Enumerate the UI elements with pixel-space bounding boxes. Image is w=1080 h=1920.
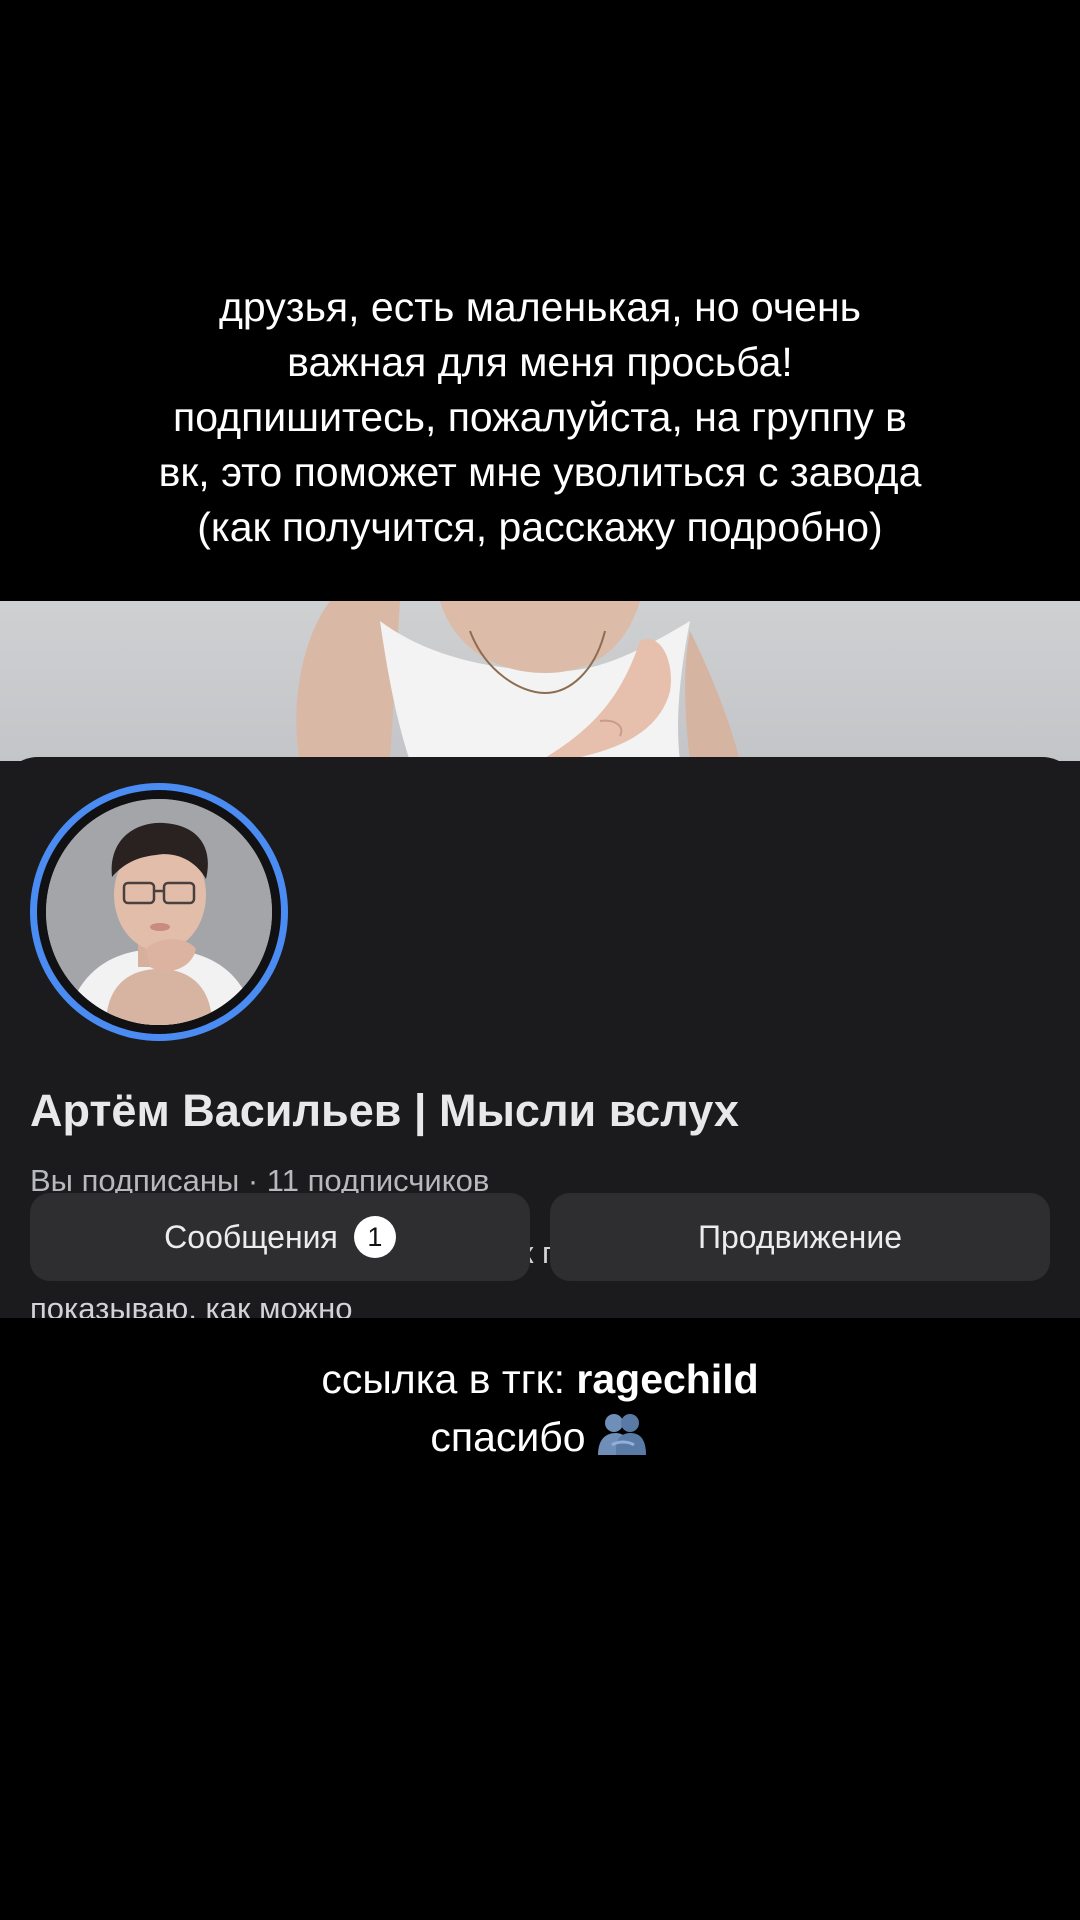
promotion-button[interactable]: Продвижение (550, 1193, 1050, 1281)
link-prefix: ссылка в тгк: (321, 1356, 577, 1402)
thanks-line: спасибо (40, 1408, 1040, 1472)
avatar-photo (46, 799, 272, 1025)
bottom-caption: ссылка в тгк: ragechild спасибо (40, 1350, 1040, 1472)
group-name: Артём Васильев | Мысли вслух (30, 1085, 739, 1136)
messages-button-label: Сообщения (164, 1218, 338, 1255)
telegram-channel-name: ragechild (576, 1356, 759, 1402)
avatar[interactable] (30, 783, 288, 1041)
unread-count-badge: 1 (353, 1216, 396, 1258)
description-line: показываю, как можно (30, 1291, 353, 1318)
vk-group-screenshot: Артём Васильев | Мысли вслух Вы подписан… (0, 601, 1080, 1318)
link-line: ссылка в тгк: ragechild (40, 1350, 1040, 1408)
caption-line: (как получится, расскажу подробно) (197, 504, 883, 550)
caption-line: подпишитесь, пожалуйста, на группу в (173, 394, 907, 440)
top-caption: друзья, есть маленькая, но очень важная … (40, 280, 1040, 555)
caption-line: важная для меня просьба! (287, 339, 793, 385)
caption-line: друзья, есть маленькая, но очень (219, 284, 861, 330)
promotion-button-label: Продвижение (698, 1218, 902, 1255)
cover-image (0, 601, 1080, 761)
messages-button[interactable]: Сообщения 1 (30, 1193, 530, 1281)
caption-line: вк, это поможет мне уволиться с завода (158, 449, 922, 495)
thanks-text: спасибо (430, 1414, 586, 1460)
people-hugging-icon (594, 1411, 650, 1472)
